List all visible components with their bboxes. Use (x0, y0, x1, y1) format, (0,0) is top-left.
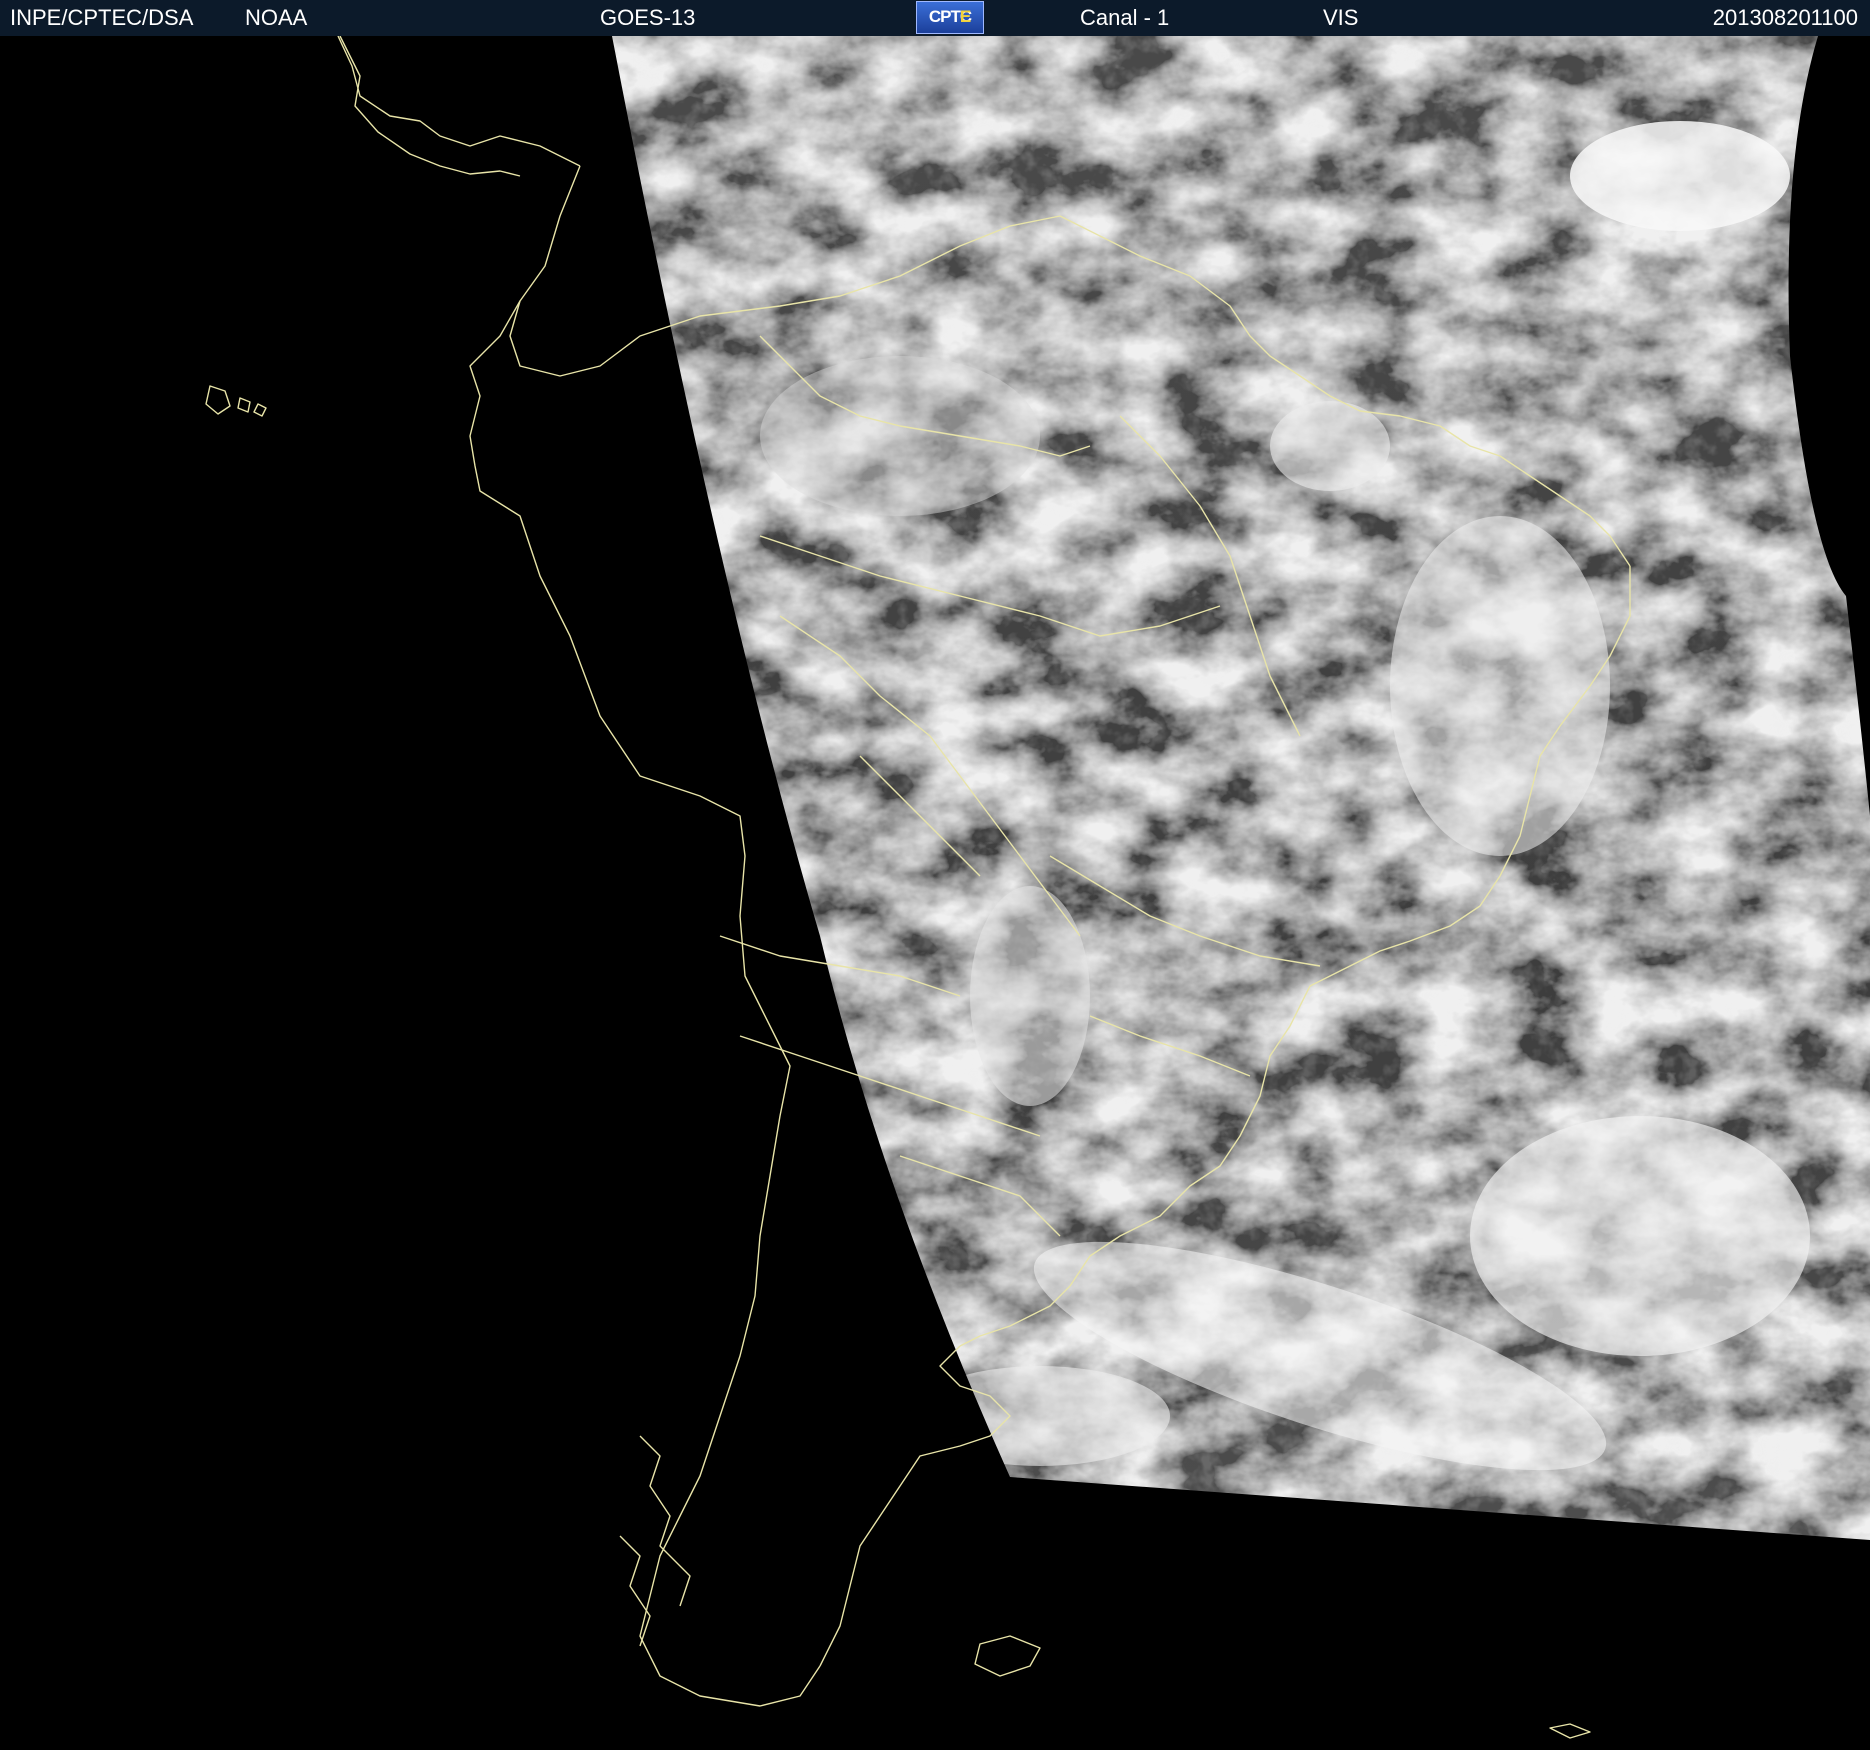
band-label: VIS (1323, 5, 1359, 30)
cloud-mass-northeast-brazil (1270, 401, 1390, 491)
cloud-mass-amazon (760, 356, 1040, 516)
cptec-logo: CPT E C (916, 1, 984, 34)
channel-label: Canal - 1 (1080, 5, 1170, 30)
cloud-mass-south-atlantic (1470, 1116, 1810, 1356)
cloud-mass-atlantic-north (1570, 121, 1790, 231)
image-header-bar: INPE/CPTEC/DSA NOAA GOES-13 CPT E C Canal … (0, 0, 1870, 37)
cloud-mass-paraguay (970, 886, 1090, 1106)
timestamp-label: 201308201100 (1712, 5, 1858, 30)
satellite-image (0, 36, 1870, 1750)
source-label: INPE/CPTEC/DSA (10, 5, 194, 30)
cloud-band-east-coast (1390, 516, 1610, 856)
agency-label: NOAA (245, 5, 308, 30)
satellite-label: GOES-13 (600, 5, 696, 30)
